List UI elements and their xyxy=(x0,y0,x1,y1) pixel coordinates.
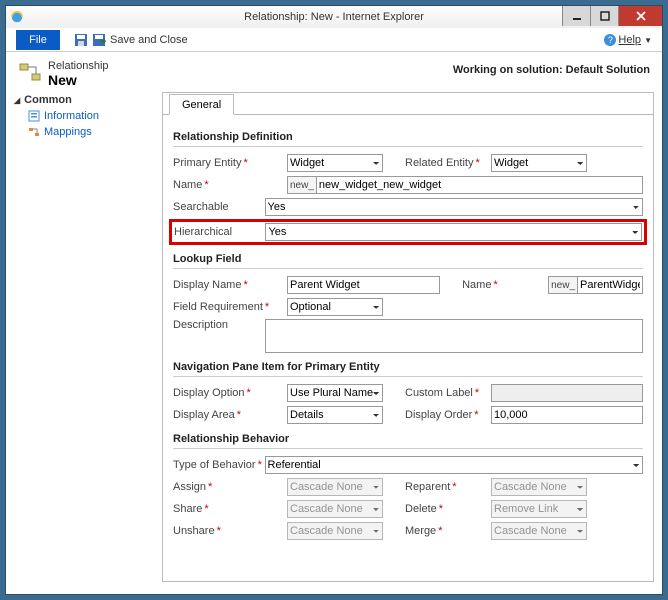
custom-label-input[interactable] xyxy=(491,384,643,402)
type-of-behavior-select[interactable]: Referential xyxy=(265,456,643,474)
unshare-select: Cascade None xyxy=(287,522,383,540)
primary-entity-select[interactable]: Widget xyxy=(287,154,383,172)
searchable-label: Searchable xyxy=(173,201,265,213)
section-lookup-field: Lookup Field xyxy=(173,253,643,269)
content-panel: General Relationship Definition Primary … xyxy=(162,92,654,582)
solution-label: Working on solution: Default Solution xyxy=(158,60,650,88)
file-menu-button[interactable]: File xyxy=(16,30,60,50)
minimize-button[interactable] xyxy=(562,6,590,26)
save-close-button[interactable]: Save and Close xyxy=(110,34,188,46)
primary-entity-label: Primary Entity xyxy=(173,157,241,169)
delete-label: Delete xyxy=(405,503,437,515)
display-order-input[interactable] xyxy=(491,406,643,424)
section-behavior: Relationship Behavior xyxy=(173,433,643,449)
mappings-icon xyxy=(28,126,40,138)
tabs: General xyxy=(163,93,653,115)
help-icon: ? xyxy=(604,34,616,46)
custom-label-label: Custom Label xyxy=(405,387,473,399)
lookup-name-label: Name xyxy=(462,279,491,291)
display-area-label: Display Area xyxy=(173,409,235,421)
collapse-icon: ◢ xyxy=(14,96,20,105)
hierarchical-row-highlight: Hierarchical Yes xyxy=(169,219,647,245)
header: Relationship New Working on solution: De… xyxy=(6,52,662,92)
display-name-label: Display Name xyxy=(173,279,241,291)
form-pane[interactable]: Relationship Definition Primary Entity* … xyxy=(163,115,653,581)
assign-select: Cascade None xyxy=(287,478,383,496)
reparent-label: Reparent xyxy=(405,481,450,493)
lookup-name-input[interactable] xyxy=(577,276,643,294)
relationship-icon xyxy=(18,60,42,84)
field-requirement-select[interactable]: Optional xyxy=(287,298,383,316)
close-button[interactable] xyxy=(618,6,662,26)
section-relationship-definition: Relationship Definition xyxy=(173,131,643,147)
display-option-label: Display Option xyxy=(173,387,245,399)
share-select: Cascade None xyxy=(287,500,383,518)
delete-select: Remove Link xyxy=(491,500,587,518)
share-label: Share xyxy=(173,503,202,515)
hierarchical-label: Hierarchical xyxy=(174,226,265,238)
save-icon[interactable] xyxy=(74,33,88,47)
maximize-button[interactable] xyxy=(590,6,618,26)
description-textarea[interactable] xyxy=(265,319,643,353)
type-of-behavior-label: Type of Behavior xyxy=(173,459,256,471)
name-prefix: new_ xyxy=(287,176,316,194)
name-label: Name xyxy=(173,179,202,191)
sidebar-section-common[interactable]: ◢Common xyxy=(14,92,158,108)
related-entity-select[interactable]: Widget xyxy=(491,154,587,172)
tab-general[interactable]: General xyxy=(169,94,234,115)
entity-type-label: Relationship xyxy=(48,60,109,72)
display-area-select[interactable]: Details xyxy=(287,406,383,424)
name-input[interactable] xyxy=(316,176,643,194)
sidebar-item-mappings[interactable]: Mappings xyxy=(14,124,158,140)
display-option-select[interactable]: Use Plural Name xyxy=(287,384,383,402)
merge-select: Cascade None xyxy=(491,522,587,540)
record-name: New xyxy=(48,72,109,88)
unshare-label: Unshare xyxy=(173,525,215,537)
sidebar: ◢Common Information Mappings xyxy=(14,92,162,582)
titlebar: Relationship: New - Internet Explorer xyxy=(6,6,662,28)
lookup-name-prefix: new_ xyxy=(548,276,577,294)
merge-label: Merge xyxy=(405,525,436,537)
field-requirement-label: Field Requirement xyxy=(173,301,263,313)
section-nav-pane: Navigation Pane Item for Primary Entity xyxy=(173,361,643,377)
information-icon xyxy=(28,110,40,122)
description-label: Description xyxy=(173,319,265,331)
window-title: Relationship: New - Internet Explorer xyxy=(244,11,424,23)
save-close-icon[interactable] xyxy=(92,33,106,47)
hierarchical-select[interactable]: Yes xyxy=(265,223,642,241)
reparent-select: Cascade None xyxy=(491,478,587,496)
window-buttons xyxy=(562,6,662,26)
searchable-select[interactable]: Yes xyxy=(265,198,643,216)
window: Relationship: New - Internet Explorer Fi… xyxy=(5,5,663,595)
display-name-input[interactable] xyxy=(287,276,440,294)
sidebar-item-information[interactable]: Information xyxy=(14,108,158,124)
toolbar: File Save and Close ?Help ▼ xyxy=(6,28,662,52)
display-order-label: Display Order xyxy=(405,409,472,421)
ie-icon xyxy=(10,10,24,24)
related-entity-label: Related Entity xyxy=(405,157,473,169)
assign-label: Assign xyxy=(173,481,206,493)
help-menu[interactable]: ?Help ▼ xyxy=(604,34,652,46)
